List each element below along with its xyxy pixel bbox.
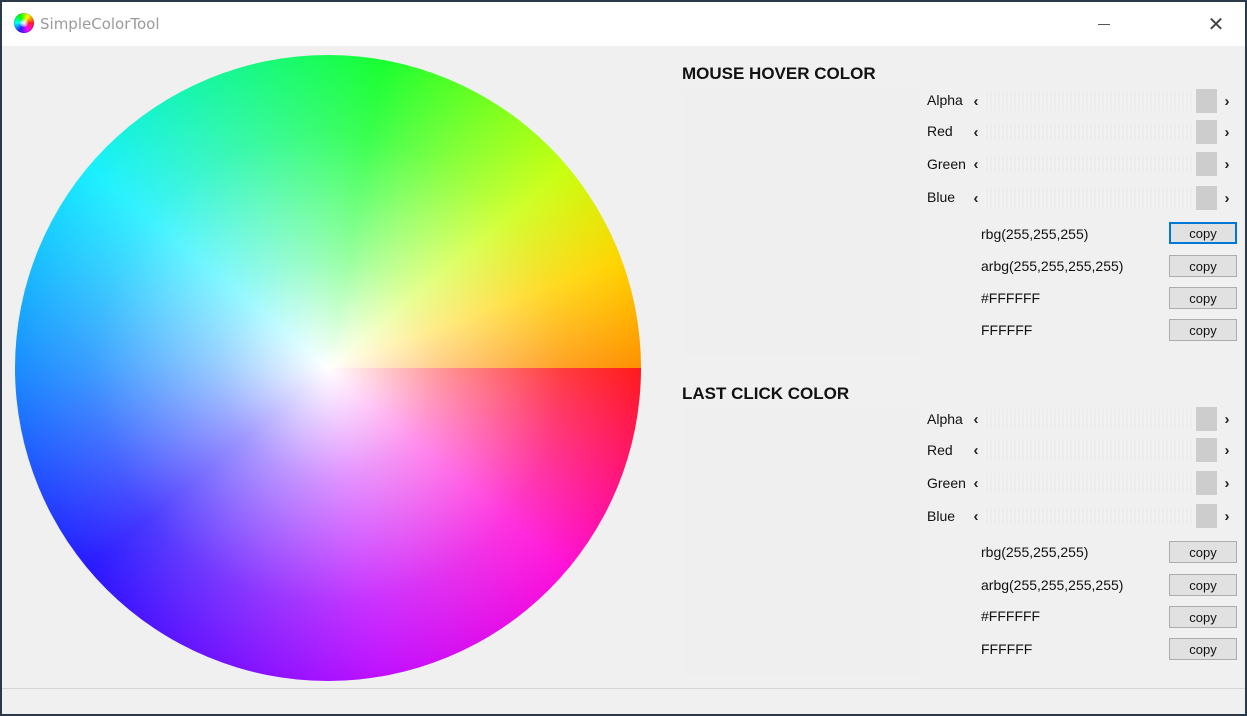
click-argb-value: arbg(255,255,255,255): [981, 577, 1124, 593]
click-color-preview: [682, 408, 920, 676]
hover-hex-value: #FFFFFF: [981, 290, 1041, 306]
hover-alpha-right-arrow[interactable]: ›: [1221, 91, 1233, 111]
hover-alpha-scrollbar[interactable]: [984, 91, 1194, 111]
hover-red-thumb[interactable]: [1196, 120, 1217, 144]
click-alpha-thumb[interactable]: [1196, 407, 1217, 431]
click-alpha-left-arrow[interactable]: ‹: [970, 409, 982, 429]
hover-rgb-copy-button[interactable]: copy: [1169, 222, 1237, 244]
hover-green-label: Green: [927, 156, 966, 172]
click-red-thumb[interactable]: [1196, 438, 1217, 462]
click-hex-value: #FFFFFF: [981, 608, 1041, 624]
click-blue-thumb[interactable]: [1196, 504, 1217, 528]
hover-argb-value: arbg(255,255,255,255): [981, 258, 1124, 274]
hover-blue-scrollbar[interactable]: [984, 188, 1194, 208]
hover-alpha-label: Alpha: [927, 92, 963, 108]
click-alpha-scrollbar[interactable]: [984, 409, 1194, 429]
app-window: SimpleColorTool ✕ MOUSE HOVER COLOR Alph…: [0, 0, 1247, 716]
hover-hex-copy-button[interactable]: copy: [1169, 287, 1237, 309]
click-hex-plain-value: FFFFFF: [981, 641, 1033, 657]
hover-color-preview: [682, 90, 920, 356]
minimize-button[interactable]: [1081, 2, 1127, 46]
click-rgb-value: rbg(255,255,255): [981, 544, 1089, 560]
color-wheel-icon: [14, 13, 34, 33]
click-section-title: LAST CLICK COLOR: [682, 384, 850, 403]
hover-hex-plain-value: FFFFFF: [981, 322, 1033, 338]
click-red-right-arrow[interactable]: ›: [1221, 440, 1233, 460]
hover-alpha-left-arrow[interactable]: ‹: [970, 91, 982, 111]
click-hex-plain-copy-button[interactable]: copy: [1169, 638, 1237, 660]
hover-argb-copy-button[interactable]: copy: [1169, 255, 1237, 277]
click-green-scrollbar[interactable]: [984, 473, 1194, 493]
hover-blue-left-arrow[interactable]: ‹: [970, 188, 982, 208]
hover-blue-thumb[interactable]: [1196, 186, 1217, 210]
minimize-icon: [1098, 23, 1110, 25]
click-green-right-arrow[interactable]: ›: [1221, 473, 1233, 493]
click-rgb-copy-button[interactable]: copy: [1169, 541, 1237, 563]
hover-blue-label: Blue: [927, 189, 956, 205]
hover-green-left-arrow[interactable]: ‹: [970, 154, 982, 174]
click-hex-copy-button[interactable]: copy: [1169, 606, 1237, 628]
hover-blue-right-arrow[interactable]: ›: [1221, 188, 1233, 208]
click-alpha-label: Alpha: [927, 411, 963, 427]
click-blue-label: Blue: [927, 508, 956, 524]
hover-red-right-arrow[interactable]: ›: [1221, 122, 1233, 142]
hover-alpha-thumb[interactable]: [1196, 89, 1217, 113]
click-red-label: Red: [927, 442, 953, 458]
hover-section-title: MOUSE HOVER COLOR: [682, 64, 876, 83]
click-blue-left-arrow[interactable]: ‹: [970, 506, 982, 526]
click-green-label: Green: [927, 475, 966, 491]
hover-rgb-value: rbg(255,255,255): [981, 226, 1089, 242]
color-wheel[interactable]: [15, 55, 641, 681]
click-alpha-right-arrow[interactable]: ›: [1221, 409, 1233, 429]
title-bar[interactable]: SimpleColorTool ✕: [2, 2, 1245, 46]
hover-red-scrollbar[interactable]: [984, 122, 1194, 142]
hover-red-left-arrow[interactable]: ‹: [970, 122, 982, 142]
click-red-scrollbar[interactable]: [984, 440, 1194, 460]
window-title: SimpleColorTool: [40, 15, 160, 33]
click-blue-right-arrow[interactable]: ›: [1221, 506, 1233, 526]
click-red-left-arrow[interactable]: ‹: [970, 440, 982, 460]
hover-red-label: Red: [927, 123, 953, 139]
click-green-left-arrow[interactable]: ‹: [970, 473, 982, 493]
hover-green-thumb[interactable]: [1196, 152, 1217, 176]
hover-green-scrollbar[interactable]: [984, 154, 1194, 174]
status-strip: [2, 688, 1245, 689]
close-button[interactable]: ✕: [1193, 2, 1239, 46]
click-green-thumb[interactable]: [1196, 471, 1217, 495]
click-blue-scrollbar[interactable]: [984, 506, 1194, 526]
click-argb-copy-button[interactable]: copy: [1169, 574, 1237, 596]
close-icon: ✕: [1207, 13, 1225, 36]
hover-green-right-arrow[interactable]: ›: [1221, 154, 1233, 174]
hover-hex-plain-copy-button[interactable]: copy: [1169, 319, 1237, 341]
